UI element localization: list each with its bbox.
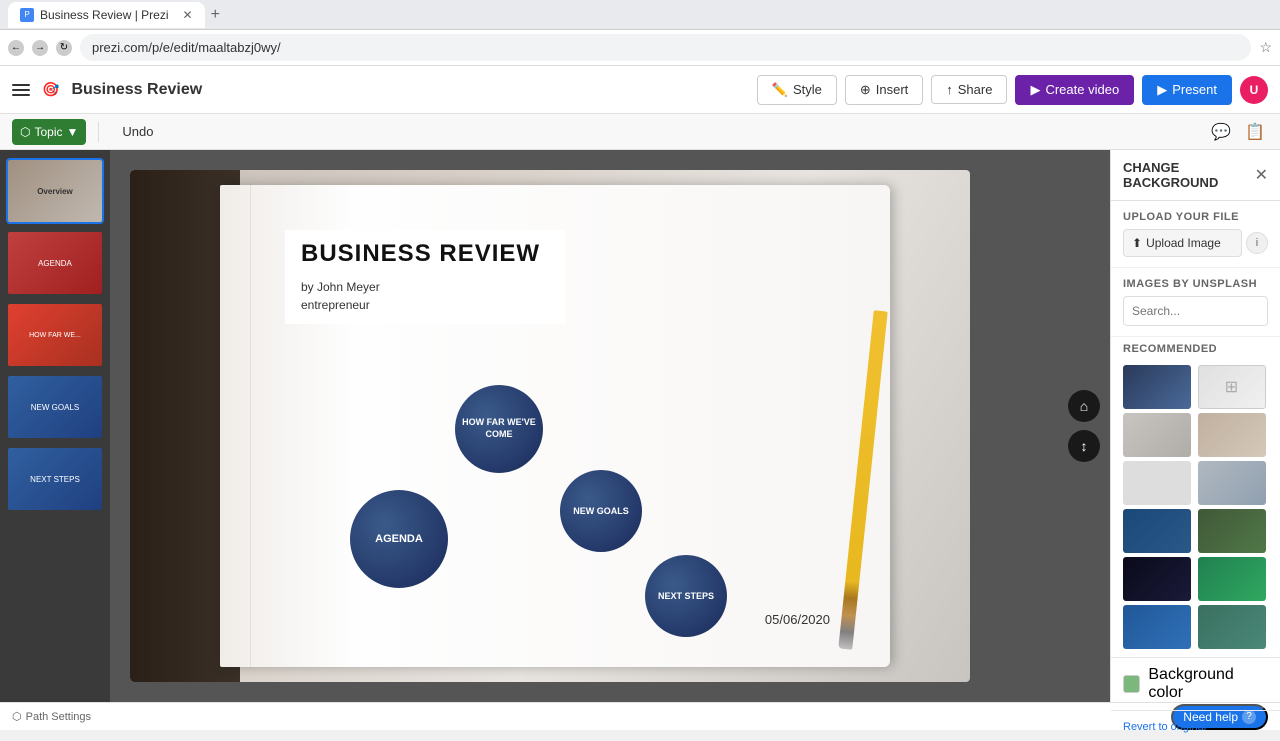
slide-thumb-1[interactable]: Overview [6, 158, 104, 224]
bottom-bar: ⬡ Path Settings Need help ? [0, 702, 1280, 730]
video-icon: ▶ [1030, 82, 1040, 98]
topic-dropdown-btn[interactable]: ⬡ Topic ▼ [12, 119, 86, 145]
upload-row: ⬆ Upload Image i [1123, 229, 1268, 257]
address-bar[interactable] [80, 34, 1251, 61]
image-thumb-3[interactable] [1123, 413, 1191, 457]
canvas-area: BUSINESS REVIEW by John Meyer entreprene… [110, 150, 1110, 702]
image-thumb-4[interactable] [1198, 413, 1266, 457]
bg-color-swatch[interactable] [1123, 675, 1140, 693]
slide-controls: ⌂ ↕ [1068, 390, 1100, 462]
panel-title: CHANGE BACKGROUND [1123, 160, 1255, 190]
app-header: 🎯 Business Review ✏️ Style ⊕ Insert ↑ Sh… [0, 66, 1280, 114]
slide-title: BUSINESS REVIEW [301, 240, 549, 268]
overview-control[interactable]: ↕ [1068, 430, 1100, 462]
upload-section: UPLOAD YOUR FILE ⬆ Upload Image i [1111, 201, 1280, 268]
image-thumb-7[interactable] [1123, 509, 1191, 553]
create-video-btn[interactable]: ▶ Create video [1015, 75, 1134, 105]
undo-btn[interactable]: Undo [111, 119, 164, 144]
path-settings[interactable]: ⬡ Path Settings [12, 710, 91, 723]
image-thumb-11[interactable] [1123, 605, 1191, 649]
search-input[interactable] [1124, 299, 1268, 323]
topic-chevron: ▼ [67, 125, 79, 139]
revert-row: Revert to original [1111, 710, 1280, 741]
unsplash-label: IMAGES BY UNSPLASH [1123, 278, 1268, 290]
bg-color-label: Background color [1148, 666, 1268, 702]
close-tab-btn[interactable]: ✕ [183, 8, 193, 22]
upload-section-label: UPLOAD YOUR FILE [1123, 211, 1268, 223]
image-grid: ⊞ [1111, 365, 1280, 657]
slide-date: 05/06/2020 [765, 612, 830, 627]
main-area: Overview AGENDA HOW FAR WE... NEW GOALS … [0, 150, 1280, 702]
notes-icon[interactable]: 📋 [1242, 119, 1268, 145]
insert-icon: ⊕ [860, 82, 871, 98]
home-control[interactable]: ⌂ [1068, 390, 1100, 422]
slide-thumb-3[interactable]: HOW FAR WE... [6, 302, 104, 368]
revert-btn[interactable]: Revert to original [1123, 721, 1206, 733]
present-btn[interactable]: ▶ Present [1142, 75, 1232, 105]
recommended-label: RECOMMENDED [1123, 343, 1268, 355]
image-thumb-9[interactable] [1123, 557, 1191, 601]
image-thumb-5[interactable] [1123, 461, 1191, 505]
unsplash-section: IMAGES BY UNSPLASH 🔍 [1111, 268, 1280, 337]
image-thumb-1[interactable] [1123, 365, 1191, 409]
forward-btn[interactable]: → [32, 40, 48, 56]
toolbar-divider [98, 122, 99, 142]
slide-thumb-5[interactable]: NEXT STEPS [6, 446, 104, 512]
share-btn[interactable]: ↑ Share [931, 75, 1007, 104]
circle-new-goals[interactable]: NEW GOALS [560, 470, 642, 552]
panel-header: CHANGE BACKGROUND ✕ [1111, 150, 1280, 201]
header-nav: ✏️ Style ⊕ Insert ↑ Share ▶ Create video… [757, 75, 1268, 105]
topic-icon: ⬡ [20, 125, 30, 139]
bookmark-icon[interactable]: ☆ [1259, 39, 1272, 56]
new-tab-btn[interactable]: + [211, 6, 220, 24]
right-panel: CHANGE BACKGROUND ✕ UPLOAD YOUR FILE ⬆ U… [1110, 150, 1280, 702]
image-thumb-8[interactable] [1198, 509, 1266, 553]
slide-panel: Overview AGENDA HOW FAR WE... NEW GOALS … [0, 150, 110, 702]
upload-icon: ⬆ [1132, 236, 1142, 250]
slide-thumb-2[interactable]: AGENDA [6, 230, 104, 296]
comment-icon[interactable]: 💬 [1208, 119, 1234, 145]
search-row: 🔍 [1123, 296, 1268, 326]
image-thumb-10[interactable] [1198, 557, 1266, 601]
insert-btn[interactable]: ⊕ Insert [845, 75, 923, 105]
app-title: Business Review [71, 81, 744, 99]
address-bar-row: ← → ↻ ☆ [0, 30, 1280, 66]
tab-favicon: P [20, 8, 34, 22]
info-btn[interactable]: i [1246, 232, 1268, 254]
present-icon: ▶ [1157, 82, 1167, 98]
browser-tab[interactable]: P Business Review | Prezi ✕ [8, 2, 205, 28]
browser-tab-bar: P Business Review | Prezi ✕ + [0, 0, 1280, 30]
title-box: BUSINESS REVIEW by John Meyer entreprene… [285, 230, 565, 324]
slide-subtitle: by John Meyer entrepreneur [301, 278, 549, 314]
circle-how-far[interactable]: HOW FAR WE'VE COME [455, 385, 543, 473]
logo-icon: 🎯 [42, 81, 59, 98]
slide-thumb-4[interactable]: NEW GOALS [6, 374, 104, 440]
circle-next-steps[interactable]: NEXT STEPS [645, 555, 727, 637]
style-icon: ✏️ [772, 82, 788, 98]
recommended-section: RECOMMENDED [1111, 337, 1280, 365]
style-btn[interactable]: ✏️ Style [757, 75, 837, 105]
bg-color-row: Background color [1111, 657, 1280, 710]
path-icon: ⬡ [12, 710, 22, 723]
user-avatar[interactable]: U [1240, 76, 1268, 104]
panel-close-btn[interactable]: ✕ [1255, 165, 1268, 185]
tab-title: Business Review | Prezi [40, 8, 169, 22]
refresh-btn[interactable]: ↻ [56, 40, 72, 56]
hamburger-menu[interactable] [12, 84, 30, 96]
upload-image-btn[interactable]: ⬆ Upload Image [1123, 229, 1242, 257]
share-icon: ↑ [946, 82, 953, 97]
circle-agenda[interactable]: AGENDA [350, 490, 448, 588]
image-thumb-6[interactable] [1198, 461, 1266, 505]
toolbar-row: ⬡ Topic ▼ Undo 💬 📋 [0, 114, 1280, 150]
image-thumb-2[interactable]: ⊞ [1198, 365, 1266, 409]
image-thumb-12[interactable] [1198, 605, 1266, 649]
back-btn[interactable]: ← [8, 40, 24, 56]
